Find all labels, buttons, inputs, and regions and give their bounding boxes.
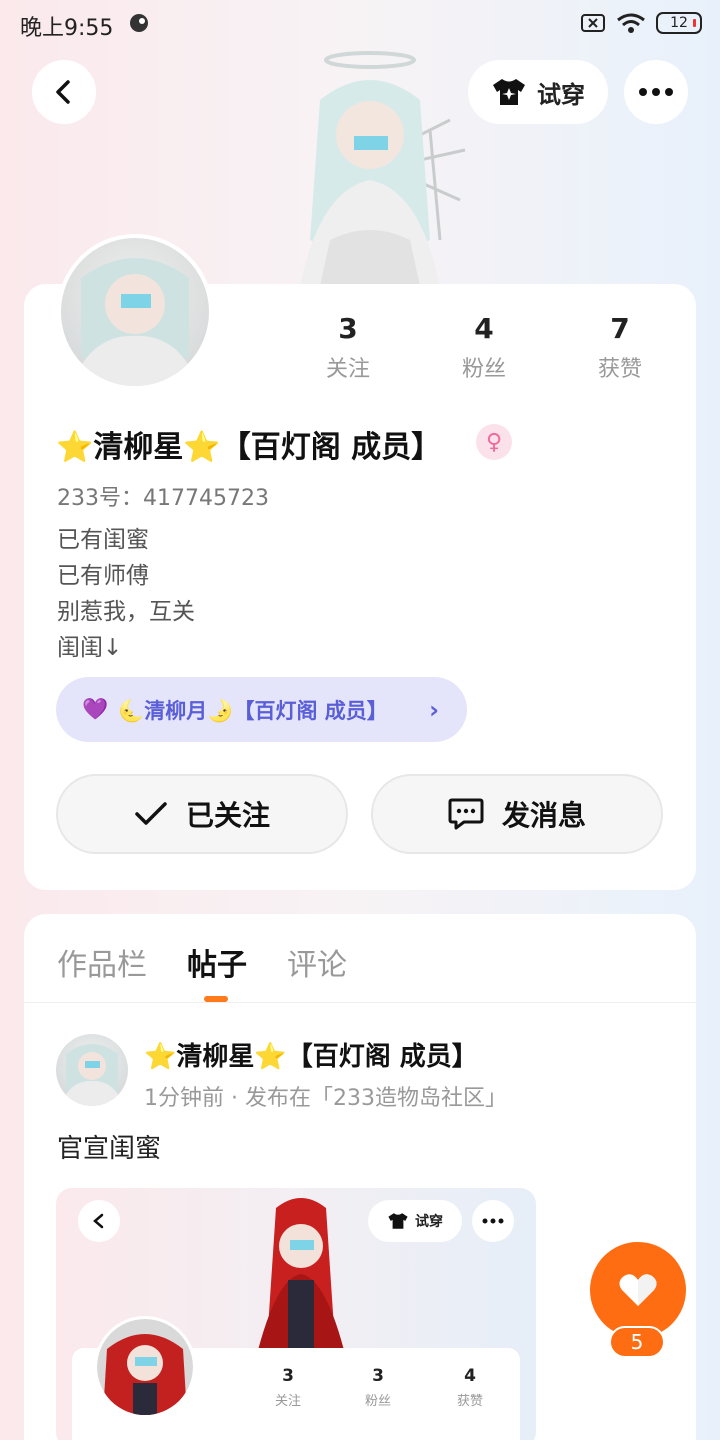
embedded-stat: 4 获赞 [440, 1366, 500, 1409]
bio-line: 别惹我，互关 [57, 599, 195, 625]
post-text: 官宣闺蜜 [57, 1134, 162, 1164]
embedded-back-button [78, 1200, 120, 1242]
embedded-avatar-image [97, 1319, 193, 1415]
embedded-stat-value: 4 [464, 1366, 476, 1386]
bio-line: 已有闺蜜 [57, 527, 149, 553]
stat-value: 3 [338, 312, 358, 345]
more-button[interactable] [624, 60, 688, 124]
stat-label: 粉丝 [461, 357, 506, 382]
post-avatar-image [60, 1044, 124, 1106]
stat-label: 关注 [325, 357, 370, 382]
try-on-button[interactable]: 试穿 [468, 60, 608, 124]
user-id[interactable]: 233号：417745723 [57, 480, 269, 512]
embedded-avatar [94, 1316, 196, 1418]
status-icons: 12 [580, 12, 702, 34]
post-meta: 1分钟前 · 发布在「233造物岛社区」 [144, 1086, 507, 1111]
more-icon [482, 1218, 504, 1224]
notification-app-icon [130, 14, 148, 32]
embedded-stat-label: 获赞 [456, 1394, 483, 1409]
relation-text: 🌜清柳月🌛【百灯阁 成员】 [118, 698, 388, 723]
back-icon [56, 80, 70, 104]
more-icon [639, 88, 673, 96]
embedded-try-on: 试穿 [368, 1200, 462, 1242]
stat-followers[interactable]: 4 粉丝 [424, 312, 544, 383]
back-button[interactable] [32, 60, 96, 124]
embedded-stat: 3 关注 [258, 1366, 318, 1409]
tab-posts[interactable]: 帖子 [187, 940, 247, 984]
status-time: 晚上9:55 [20, 16, 114, 41]
message-button[interactable]: 发消息 [371, 774, 663, 854]
stat-likes[interactable]: 7 获赞 [560, 312, 680, 383]
battery-level: 12 [670, 15, 688, 31]
embedded-stat-label: 关注 [274, 1394, 301, 1409]
tab-works[interactable]: 作品栏 [57, 940, 147, 984]
post-author-avatar[interactable] [56, 1034, 128, 1106]
female-icon: ♀ [476, 424, 512, 460]
avatar-image [71, 258, 199, 386]
tab-divider [24, 1002, 696, 1003]
avatar[interactable] [57, 234, 213, 390]
bio-line: 已有师傅 [57, 563, 149, 589]
relation-link[interactable]: 💜 🌜清柳月🌛【百灯阁 成员】 › [56, 677, 467, 742]
like-button[interactable] [590, 1242, 686, 1338]
embedded-character [256, 1198, 346, 1358]
sim-off-icon [581, 14, 605, 32]
embedded-more-button [472, 1200, 514, 1242]
profile-bio: 已有闺蜜 已有师傅 别惹我，互关 闺闺↓ [57, 522, 195, 666]
wifi-icon [617, 13, 645, 33]
check-icon [135, 802, 167, 825]
stat-label: 获赞 [597, 357, 642, 382]
battery-indicator: 12 [656, 12, 702, 34]
chevron-right-icon: › [429, 695, 439, 724]
post-author-name[interactable]: ⭐清柳星⭐【百灯阁 成员】 [144, 1036, 478, 1073]
embedded-stat-label: 粉丝 [364, 1394, 391, 1409]
character-illustration [300, 51, 466, 286]
followed-button[interactable]: 已关注 [56, 774, 348, 854]
tshirt-icon [493, 79, 525, 105]
stat-value: 4 [474, 312, 494, 345]
embedded-stat-value: 3 [372, 1366, 384, 1386]
tshirt-icon [388, 1213, 408, 1229]
tab-comments[interactable]: 评论 [287, 940, 347, 984]
heart-icon [619, 1274, 657, 1306]
bio-line: 闺闺↓ [57, 635, 123, 661]
embedded-stat-value: 3 [282, 1366, 294, 1386]
post-image[interactable]: 试穿 3 关注 3 粉丝 4 获赞 [56, 1188, 536, 1440]
like-count: 5 [609, 1326, 665, 1358]
profile-username: ⭐清柳星⭐【百灯阁 成员】 [56, 430, 442, 465]
embedded-stat: 3 粉丝 [348, 1366, 408, 1409]
stat-value: 7 [610, 312, 630, 345]
back-icon [93, 1213, 104, 1229]
try-on-label: 试穿 [537, 80, 585, 109]
message-label: 发消息 [501, 799, 586, 832]
stat-following[interactable]: 3 关注 [288, 312, 408, 383]
followed-label: 已关注 [185, 799, 270, 832]
hearts-icon: 💜 [82, 697, 109, 721]
embedded-try-on-label: 试穿 [415, 1214, 443, 1230]
chat-icon [448, 798, 484, 830]
